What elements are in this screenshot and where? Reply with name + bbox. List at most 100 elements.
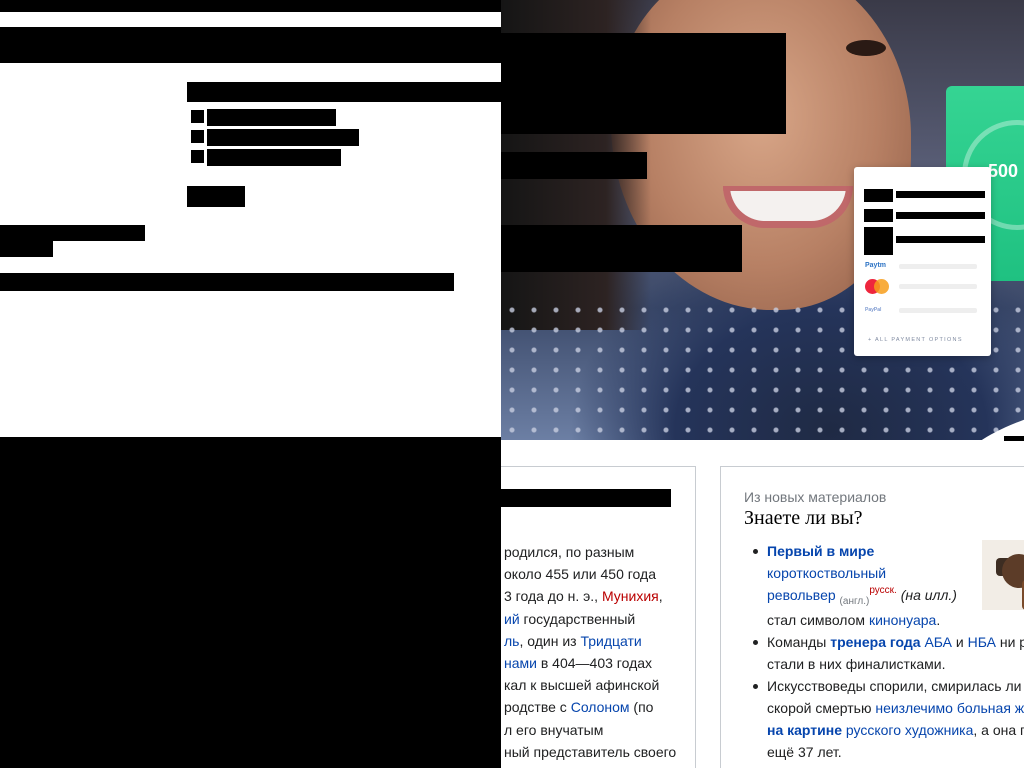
article-link[interactable]: НБА (968, 634, 996, 650)
text-fragment: (на илл.) (896, 587, 957, 603)
article-link[interactable]: кинонуара (869, 612, 936, 628)
redacted-hero-headline (501, 33, 786, 134)
article-line: нами в 404—403 годах (504, 652, 690, 674)
redacted-pay-line-2 (896, 212, 985, 219)
article-line: л его внучатым (504, 719, 690, 741)
dyk-line: скорой смертью неизлечимо больная ж (767, 697, 1024, 719)
text-fragment: . (936, 612, 941, 628)
redacted-line-1 (207, 109, 336, 126)
redacted-check-2 (191, 130, 204, 143)
text-fragment: скорой смертью (767, 700, 876, 716)
redacted-hero-sub (501, 152, 647, 179)
text-fragment: (по (629, 699, 654, 716)
bullet-icon (753, 640, 758, 645)
article-link[interactable]: ий (504, 611, 520, 627)
dyk-item: Искусствоведы спорили, смирилась ли скоро… (751, 675, 1024, 763)
dyk-subtitle: Из новых материалов (744, 489, 887, 505)
redacted-pay-icon-3 (864, 227, 893, 255)
text-fragment: 3 года до н. э., (504, 588, 602, 605)
text-fragment: в 404—403 годах (536, 654, 653, 671)
text-fragment: Искусствоведы спорили, смирилась ли (767, 678, 1022, 694)
dyk-line: револьвер (англ.)русск. (на илл.) (767, 584, 967, 609)
article-link[interactable]: Тридцати (580, 633, 641, 649)
dyk-line: Команды тренера года АБА и НБА ни р (767, 631, 1024, 653)
text-fragment: ный представитель своего (504, 743, 677, 760)
text-fragment: родстве с (504, 699, 571, 716)
article-link[interactable]: револьвер (767, 587, 836, 603)
dyk-line: стал символом кинонуара. (767, 609, 1024, 631)
article-link[interactable]: Первый в мире (767, 543, 874, 559)
article-line: ий государственный (504, 608, 690, 630)
payment-amount: 500 (988, 161, 1019, 181)
text-fragment: около 455 или 450 года (504, 566, 656, 583)
redacted-block-bottom-left (0, 437, 501, 768)
paytm-logo: Paytm (865, 262, 887, 269)
article-link[interactable]: русского художника (846, 722, 973, 738)
redacted-line-2 (207, 129, 359, 146)
payment-options-card: Paytm PayPal + ALL PAYMENT OPTIONS (854, 167, 991, 356)
eye-right (846, 40, 886, 56)
text-fragment: и (952, 634, 968, 650)
redacted-check-1 (191, 110, 204, 123)
bullet-icon (753, 684, 758, 689)
dyk-line: короткоствольный (767, 562, 967, 584)
placeholder-line (899, 284, 977, 289)
redacted-hero-corner (1004, 436, 1024, 441)
mastercard-icon-overlap (874, 279, 889, 294)
dyk-heading: Знаете ли вы? (744, 507, 863, 529)
text-fragment: (англ.) (839, 596, 870, 607)
redacted-heading (187, 82, 501, 102)
article-line: 3 года до н. э., Мунихия, (504, 585, 690, 607)
text-fragment: стал символом (767, 612, 869, 628)
article-link[interactable]: неизлечимо больная ж (875, 700, 1024, 716)
bullet-icon (753, 549, 758, 554)
article-link[interactable]: АБА (924, 634, 952, 650)
dyk-line: стали в них финалистками. (767, 653, 1024, 675)
paypal-logo: PayPal (865, 307, 882, 313)
text-fragment: стали в них финалистками. (767, 656, 946, 672)
text-fragment: Команды (767, 634, 831, 650)
article-link[interactable]: на картине (767, 722, 842, 738)
redacted-line-3 (207, 149, 341, 166)
redacted-pay-line-1 (896, 191, 985, 198)
text-fragment: кал к высшей афинской (504, 677, 660, 694)
redacted-title-bar (0, 27, 501, 63)
text-fragment (836, 587, 840, 603)
dyk-line: Искусствоведы спорили, смирилась ли (767, 675, 1024, 697)
article-link[interactable]: нами (504, 655, 537, 671)
article-link[interactable]: ль (504, 633, 519, 649)
article-line: ный представитель своего (504, 741, 690, 763)
article-line: родился, по разным (504, 541, 690, 563)
dyk-item: Первый в мире короткоствольный револьвер (… (751, 540, 1024, 631)
text-fragment: ещё 37 лет. (767, 744, 842, 760)
redacted-hero-cta (501, 225, 742, 272)
redacted-button[interactable] (187, 186, 245, 207)
article-link[interactable]: Мунихия (602, 588, 659, 604)
placeholder-line (899, 264, 977, 269)
redacted-left-heading (501, 489, 671, 507)
article-line: около 455 или 450 года (504, 563, 690, 585)
text-fragment: , а она г (973, 722, 1024, 738)
redacted-pay-line-3 (896, 236, 985, 243)
dyk-list: Первый в мире короткоствольный револьвер (… (751, 540, 1024, 763)
dyk-line: на картине русского художника, а она г (767, 719, 1024, 741)
redacted-check-3 (191, 150, 204, 163)
article-link[interactable]: короткоствольный (767, 565, 886, 581)
dyk-line: Первый в мире (767, 540, 967, 562)
redacted-pay-icon-1 (864, 189, 893, 202)
text-fragment: государственный (519, 610, 636, 627)
text-fragment: , (658, 588, 663, 605)
redacted-long-line (0, 273, 454, 291)
article-line: кал к высшей афинской (504, 674, 690, 696)
white-gap (0, 12, 501, 27)
redacted-pay-icon-2 (864, 209, 893, 222)
redacted-label-1 (0, 225, 145, 241)
dyk-item: Команды тренера года АБА и НБА ни р стали… (751, 631, 1024, 675)
article-link[interactable]: Солоном (571, 699, 630, 715)
text-fragment: ни р (995, 634, 1024, 650)
text-fragment: родился, по разным (504, 544, 635, 560)
featured-article-text: родился, по разным около 455 или 450 года… (504, 541, 690, 763)
article-link[interactable]: тренера года (830, 634, 920, 650)
all-payment-options-link[interactable]: + ALL PAYMENT OPTIONS (868, 337, 963, 343)
article-line: ль, один из Тридцати (504, 630, 690, 652)
